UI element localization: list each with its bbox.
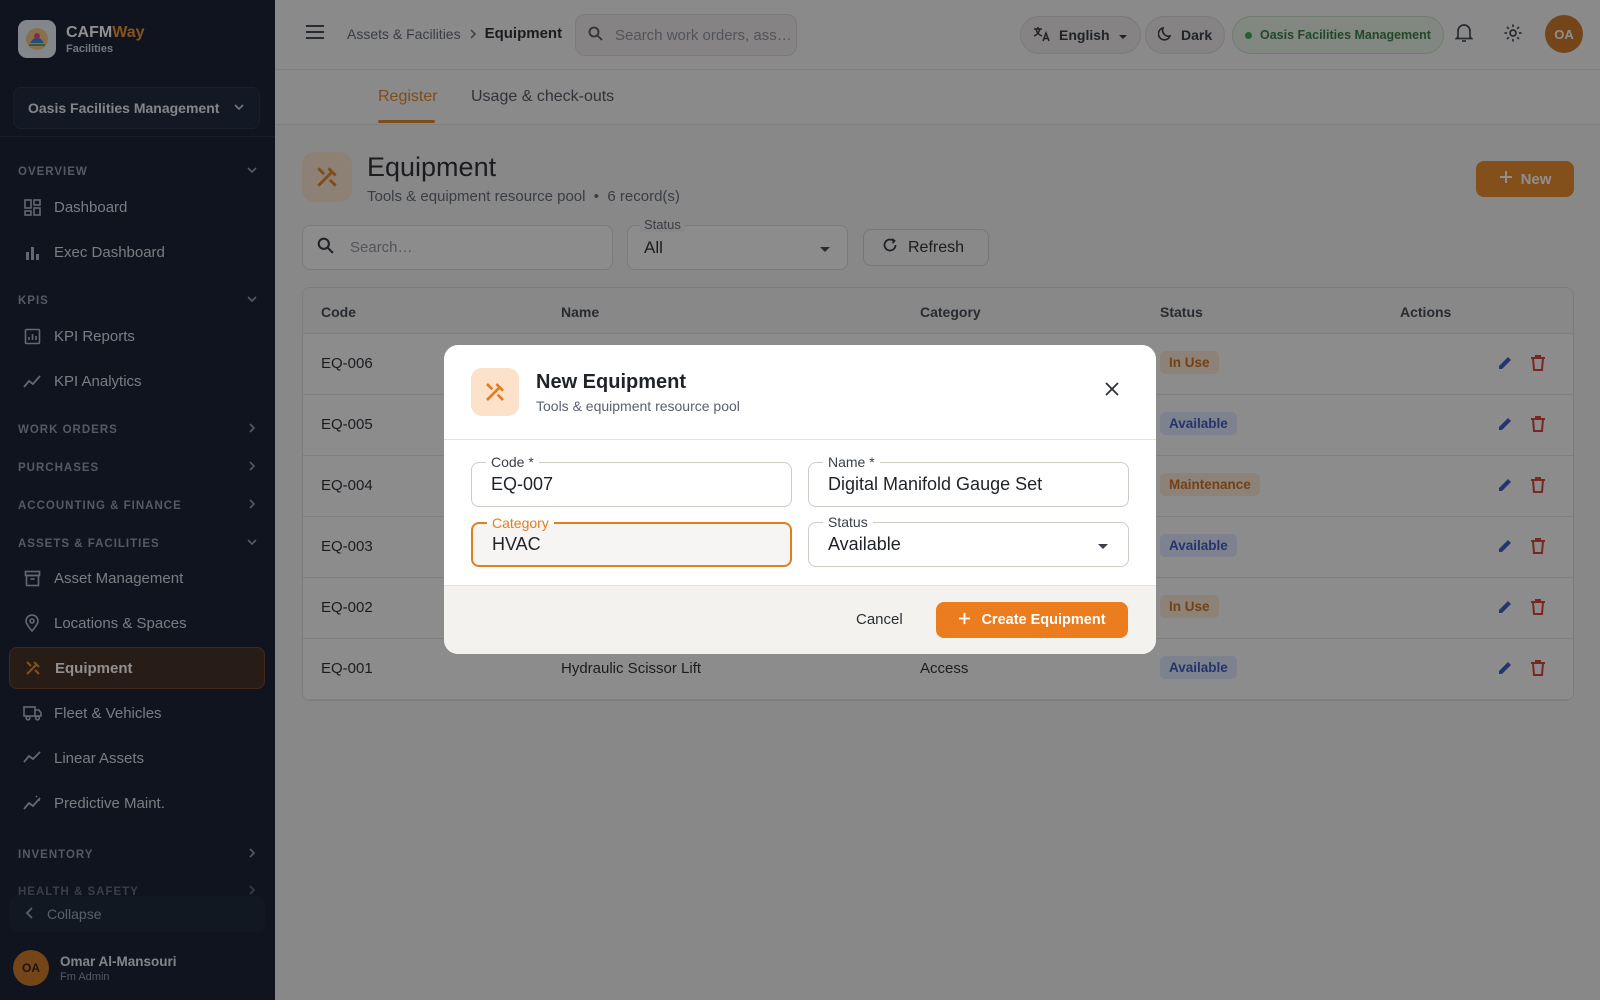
new-equipment-dialog: New Equipment Tools & equipment resource… — [444, 345, 1156, 654]
plus-icon — [958, 612, 971, 629]
code-field-value: EQ-007 — [491, 474, 554, 494]
category-field-value: HVAC — [492, 534, 541, 554]
code-field[interactable]: Code * EQ-007 — [471, 454, 792, 507]
create-equipment-button[interactable]: Create Equipment — [936, 602, 1128, 638]
dialog-subtitle: Tools & equipment resource pool — [536, 398, 740, 414]
status-select-label: Status — [823, 514, 873, 530]
close-icon[interactable] — [1104, 381, 1120, 402]
category-field-label: Category — [487, 515, 554, 531]
dialog-title: New Equipment — [536, 371, 687, 393]
name-field-label: Name * — [823, 454, 880, 470]
dialog-divider — [444, 439, 1156, 440]
status-select[interactable]: Status Available — [808, 514, 1129, 567]
caret-down-icon — [1097, 534, 1109, 555]
name-field-value: Digital Manifold Gauge Set — [828, 474, 1043, 494]
tools-icon — [471, 368, 519, 416]
category-field[interactable]: Category HVAC — [471, 515, 792, 567]
dialog-footer: Cancel Create Equipment — [444, 585, 1156, 654]
code-field-label: Code * — [486, 454, 539, 470]
status-select-value: Available — [828, 534, 901, 554]
name-field[interactable]: Name * Digital Manifold Gauge Set — [808, 454, 1129, 507]
create-button-label: Create Equipment — [981, 612, 1106, 628]
cancel-button[interactable]: Cancel — [856, 611, 903, 628]
